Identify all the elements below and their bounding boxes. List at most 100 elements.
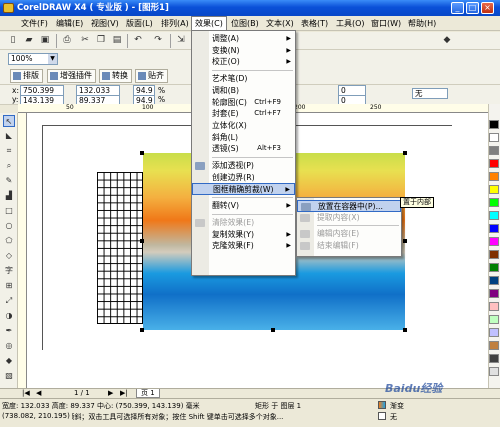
cut-icon[interactable]: ✂ (78, 34, 92, 47)
effects-menu-item[interactable]: 复制效果(Y) ▶ (192, 229, 295, 241)
close-button[interactable]: × (481, 2, 494, 14)
color-swatch[interactable] (489, 367, 499, 376)
print-icon[interactable]: ⎙ (60, 34, 74, 47)
effects-menu-item[interactable]: 创建边界(R) (192, 172, 295, 184)
selection-handle[interactable] (403, 328, 407, 332)
smart-fill-icon[interactable]: ▟ (3, 190, 15, 202)
color-swatch[interactable] (489, 289, 499, 298)
color-swatch[interactable] (489, 302, 499, 311)
next-page-icon[interactable]: ▶ (108, 389, 113, 398)
menu-bitmaps[interactable]: 位图(B) (228, 17, 262, 30)
selection-handle[interactable] (403, 151, 407, 155)
menu-file[interactable]: 文件(F) (18, 17, 51, 30)
menu-tools[interactable]: 工具(O) (333, 17, 368, 30)
color-swatch[interactable] (489, 354, 499, 363)
effects-menu-item[interactable]: 透镜(S) Alt+F3 (192, 143, 295, 155)
first-page-icon[interactable]: |◀ (22, 389, 30, 398)
effects-menu-item[interactable]: 翻转(V) ▶ (192, 200, 295, 212)
outline-width-select[interactable]: 无 (412, 88, 448, 99)
color-swatch[interactable] (489, 276, 499, 285)
effects-menu-item[interactable]: 艺术笔(D) (192, 73, 295, 85)
menu-table[interactable]: 表格(T) (298, 17, 331, 30)
polygon-tool-icon[interactable]: ⬠ (3, 235, 15, 247)
freehand-tool-icon[interactable]: ✎ (3, 175, 15, 187)
basic-shapes-icon[interactable]: ◇ (3, 250, 15, 262)
color-swatch[interactable] (489, 237, 499, 246)
effects-menu-item[interactable]: 轮廓图(C) Ctrl+F9 (192, 97, 295, 109)
application-launcher-icon[interactable]: ◆ (440, 34, 454, 47)
menu-help[interactable]: 帮助(H) (405, 17, 439, 30)
selection-handle[interactable] (403, 239, 407, 243)
color-swatch[interactable] (489, 315, 499, 324)
selection-handle[interactable] (271, 328, 275, 332)
effects-menu-item[interactable]: 调整(A) ▶ (192, 33, 295, 45)
menu-window[interactable]: 窗口(W) (368, 17, 404, 30)
color-swatch[interactable] (489, 224, 499, 233)
save-icon[interactable]: ▣ (38, 34, 52, 47)
color-swatch[interactable] (489, 328, 499, 337)
grid-object[interactable] (97, 172, 143, 324)
copy-icon[interactable]: ❐ (94, 34, 108, 47)
color-swatch[interactable] (489, 159, 499, 168)
selection-handle[interactable] (140, 151, 144, 155)
ellipse-tool-icon[interactable]: ○ (3, 220, 15, 232)
zoom-tool-icon[interactable]: ⌕ (3, 160, 15, 172)
menu-edit[interactable]: 编辑(E) (53, 17, 86, 30)
dimension-tool-icon[interactable]: ⤢ (3, 295, 15, 307)
selection-handle[interactable] (140, 239, 144, 243)
color-swatch[interactable] (489, 250, 499, 259)
blend-tool-icon[interactable]: ◑ (3, 310, 15, 322)
color-swatch[interactable] (489, 263, 499, 272)
last-page-icon[interactable]: ▶| (120, 389, 128, 398)
table-tool-icon[interactable]: ⊞ (3, 280, 15, 292)
color-swatch[interactable] (489, 146, 499, 155)
effects-menu-item[interactable]: 图框精确剪裁(W) ▶ (192, 183, 295, 196)
new-icon[interactable]: ▯ (6, 34, 20, 47)
menu-effects[interactable]: 效果(C) (191, 16, 227, 31)
menu-layout[interactable]: 版面(L) (123, 17, 156, 30)
crop-tool-icon[interactable]: ⌗ (3, 145, 15, 157)
effects-menu-item[interactable]: 校正(O) ▶ (192, 56, 295, 68)
powerclip-menu-item[interactable]: 放置在容器中(P)... (297, 200, 401, 212)
pick-tool-icon[interactable]: ↖ (3, 115, 15, 127)
redo-icon[interactable]: ↷ (151, 34, 165, 47)
text-tool-icon[interactable]: 字 (3, 265, 15, 277)
color-swatch[interactable] (489, 133, 499, 142)
open-icon[interactable]: ▰ (22, 34, 36, 47)
rectangle-tool-icon[interactable]: □ (3, 205, 15, 217)
color-swatch[interactable] (489, 185, 499, 194)
eyedropper-icon[interactable]: ✒ (3, 325, 15, 337)
outline-tool-icon[interactable]: ◎ (3, 340, 15, 352)
convert-button[interactable]: 转换 (99, 69, 132, 83)
color-swatch[interactable] (489, 120, 499, 129)
effects-menu-item[interactable]: 添加透视(P) (192, 160, 295, 172)
page-tab[interactable]: 页 1 (136, 389, 160, 398)
interactive-fill-icon[interactable]: ▧ (3, 370, 15, 382)
zoom-combo[interactable]: 100% ▼ (8, 53, 58, 65)
maximize-button[interactable]: □ (466, 2, 479, 14)
undo-icon[interactable]: ↶ (131, 34, 145, 47)
effects-menu-item[interactable]: 克隆效果(F) ▶ (192, 240, 295, 252)
paste-icon[interactable]: ▤ (110, 34, 124, 47)
typeset-button[interactable]: 排版 (10, 69, 43, 83)
effects-menu-item[interactable]: 调和(B) (192, 85, 295, 97)
effects-menu-item[interactable]: 变换(N) ▶ (192, 45, 295, 57)
minimize-button[interactable]: _ (451, 2, 464, 14)
prev-page-icon[interactable]: ◀ (36, 389, 41, 398)
color-swatch[interactable] (489, 172, 499, 181)
effects-menu-item[interactable]: 斜角(L) (192, 132, 295, 144)
shape-tool-icon[interactable]: ◣ (3, 130, 15, 142)
enhance-plugin-button[interactable]: 增强插件 (47, 69, 96, 83)
menu-arrange[interactable]: 排列(A) (158, 17, 192, 30)
import-icon[interactable]: ⇲ (174, 34, 188, 47)
snap-button[interactable]: 贴齐 (135, 69, 168, 83)
color-swatch[interactable] (489, 341, 499, 350)
selection-handle[interactable] (140, 328, 144, 332)
menu-text[interactable]: 文本(X) (263, 17, 297, 30)
fill-tool-icon[interactable]: ◆ (3, 355, 15, 367)
color-swatch[interactable] (489, 211, 499, 220)
effects-menu-item[interactable]: 立体化(X) (192, 120, 295, 132)
effects-menu-item[interactable]: 封套(E) Ctrl+F7 (192, 108, 295, 120)
menu-view[interactable]: 视图(V) (88, 17, 122, 30)
color-swatch[interactable] (489, 198, 499, 207)
